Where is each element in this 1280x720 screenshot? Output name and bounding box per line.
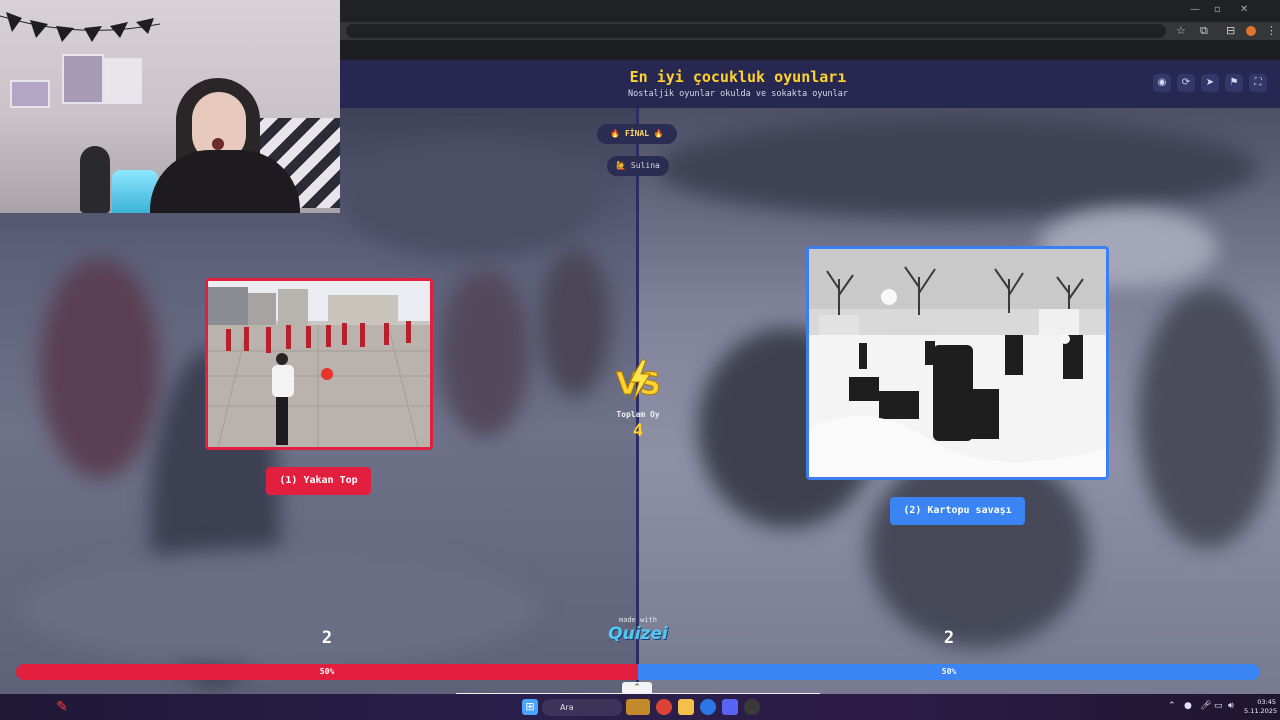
minimize-icon[interactable]: —: [1190, 4, 1200, 15]
feather-app-icon[interactable]: ✎: [54, 699, 70, 715]
share-icon[interactable]: ⟳: [1177, 74, 1195, 92]
option-1-button[interactable]: (1) Yakan Top: [266, 467, 371, 495]
maximize-icon[interactable]: ▫: [1214, 4, 1221, 15]
microphone-icon[interactable]: 🎤︎: [1200, 701, 1211, 711]
option-2-vote-count: 2: [943, 628, 955, 648]
menu-icon[interactable]: ⋮: [1266, 24, 1277, 37]
snowball-fight-photo: [809, 249, 1106, 477]
start-icon[interactable]: ⊞: [522, 699, 538, 715]
option-2-image[interactable]: [806, 246, 1109, 480]
taskbar: ✎ ⊞ ⌕ Ara ⌃ ● 🎤︎ ▭ 🔊︎ 03:45 5.11.2025: [0, 694, 1280, 720]
speaker: [80, 146, 110, 213]
wall-poster: [62, 54, 104, 104]
final-badge: 🔥 FİNAL 🔥: [597, 124, 677, 144]
address-bar[interactable]: [346, 24, 1166, 38]
clock-date: 5.11.2025: [1244, 707, 1278, 715]
tray-app-icon[interactable]: ●: [1184, 701, 1192, 711]
taskbar-search[interactable]: Ara: [542, 699, 622, 716]
spade-card: [104, 58, 142, 104]
volume-icon[interactable]: 🔊︎: [1228, 701, 1234, 711]
profile-icon[interactable]: [1246, 26, 1256, 36]
total-votes-label: Toplam Oy: [616, 410, 660, 419]
extensions-icon[interactable]: ⧉: [1200, 24, 1208, 38]
screen: — ▫ ✕ ☆ ⧉ ⊟ ⋮ En iyi çocukluk oyunları N…: [0, 0, 1280, 720]
wall-photo: [10, 80, 50, 108]
streamer-mouth: [212, 138, 224, 150]
user-badge: 🙋 Sulina: [607, 156, 669, 176]
tray-chevron-icon[interactable]: ⌃: [1168, 701, 1176, 711]
star-icon[interactable]: ☆: [1176, 24, 1186, 37]
fullscreen-icon[interactable]: ⛶: [1249, 74, 1267, 92]
option-1-image[interactable]: [205, 278, 433, 450]
game-app-icon[interactable]: [626, 699, 650, 715]
quiz-header: En iyi çocukluk oyunları Nostaljik oyunl…: [340, 60, 1280, 108]
send-icon[interactable]: ➤: [1201, 74, 1219, 92]
dodgeball-photo: [208, 281, 430, 447]
discord-icon[interactable]: [722, 699, 738, 715]
chrome-icon[interactable]: [656, 699, 672, 715]
option-1-vote-count: 2: [321, 628, 333, 648]
clock-time: 03:45: [1257, 698, 1276, 706]
vs-lightning-icon: VS: [616, 359, 661, 402]
steam-icon[interactable]: [700, 699, 716, 715]
option-2-button[interactable]: (2) Kartopu savaşı: [890, 497, 1025, 525]
obs-icon[interactable]: [744, 699, 760, 715]
option-2-percent-bar: 50%: [638, 664, 1260, 680]
option-1-percent-bar: 50%: [16, 664, 638, 680]
made-with-label: made with: [619, 616, 657, 624]
brand-logo[interactable]: Quizei: [598, 624, 678, 644]
close-icon[interactable]: ✕: [1240, 4, 1248, 15]
page-subtitle: Nostaljik oyunlar okulda ve sokakta oyun…: [627, 89, 849, 99]
folder-icon[interactable]: [678, 699, 694, 715]
total-votes-value: 4: [632, 421, 644, 441]
webcam-overlay: [0, 0, 340, 213]
clock[interactable]: 03:45 5.11.2025: [1244, 698, 1278, 716]
eye-icon[interactable]: ◉: [1153, 74, 1171, 92]
birthday-banner: [0, 12, 160, 42]
network-icon[interactable]: ▭: [1214, 701, 1223, 711]
flag-icon[interactable]: ⚑: [1225, 74, 1243, 92]
page-title: En iyi çocukluk oyunları: [629, 68, 847, 86]
tab-search-icon[interactable]: ⊟: [1226, 24, 1235, 37]
